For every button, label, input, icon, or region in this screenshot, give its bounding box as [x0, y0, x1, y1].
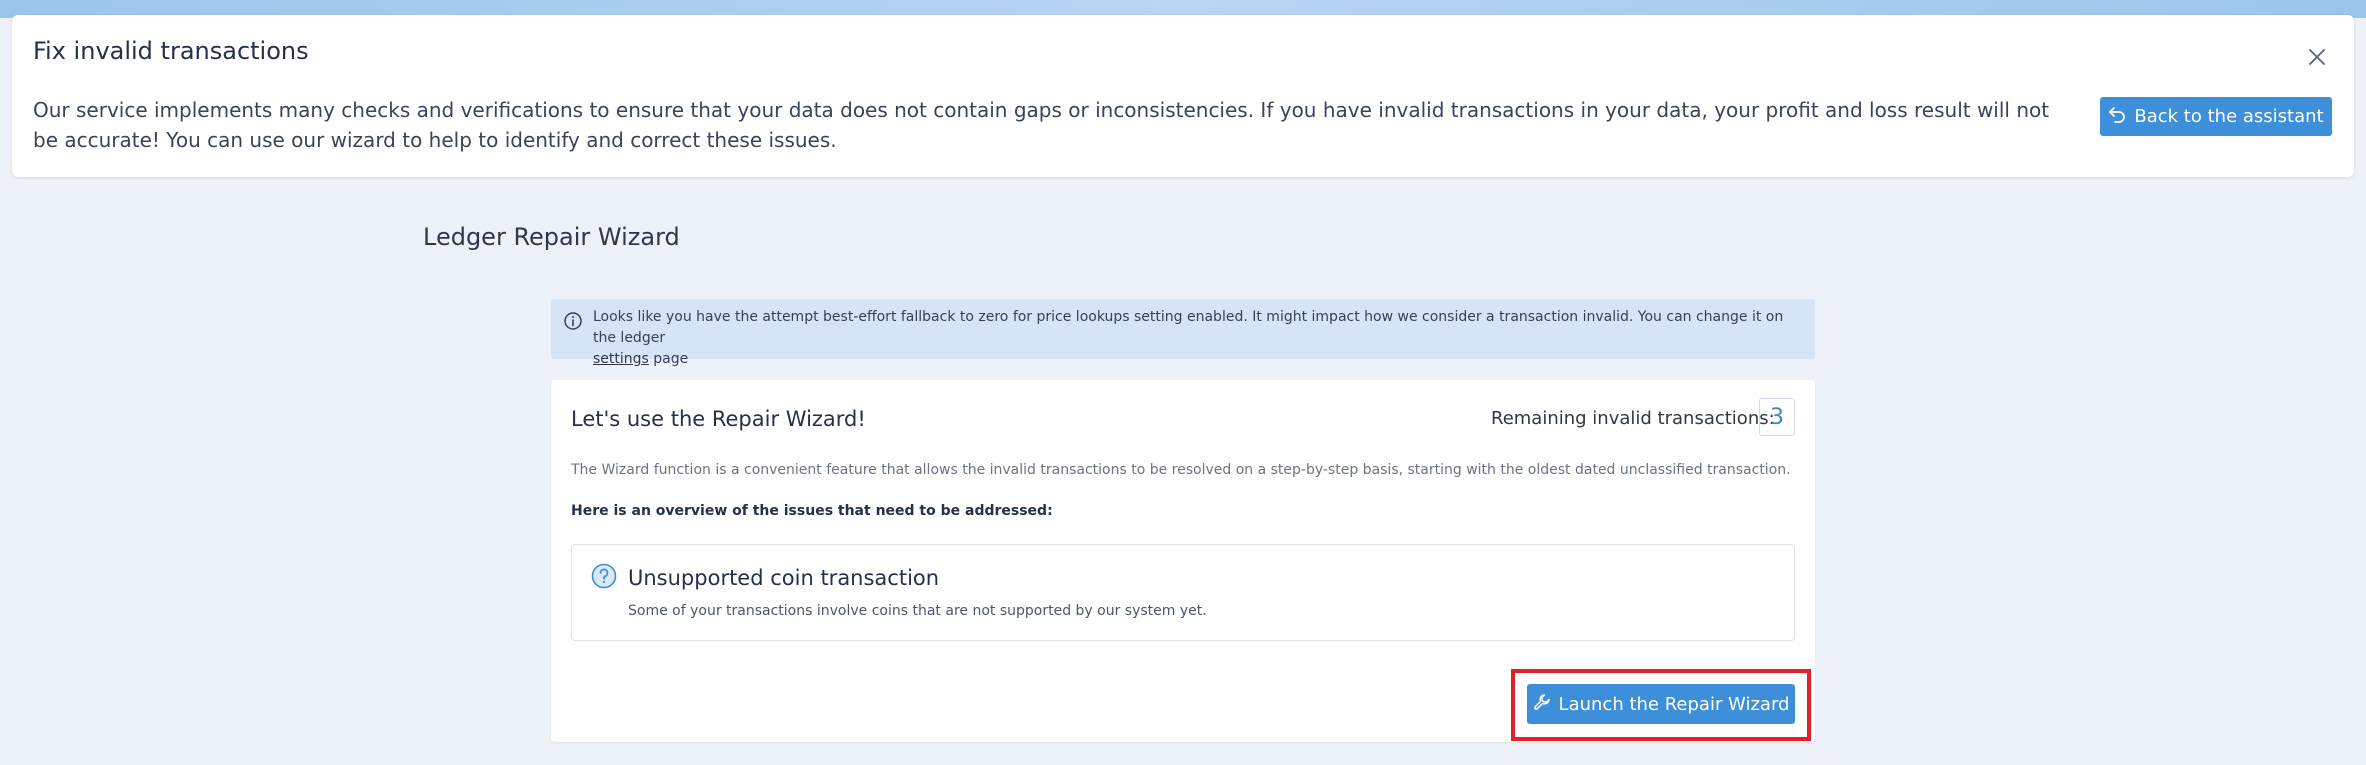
info-alert: Looks like you have the attempt best-eff…	[551, 299, 1815, 367]
card-title: Let's use the Repair Wizard!	[571, 407, 866, 431]
settings-link[interactable]: settings	[593, 351, 649, 367]
issues-overview-label: Here is an overview of the issues that n…	[571, 503, 1053, 519]
back-button-label: Back to the assistant	[2134, 106, 2324, 127]
issue-description: Some of your transactions involve coins …	[628, 603, 1207, 619]
issue-title: Unsupported coin transaction	[628, 566, 940, 590]
page-title: Ledger Repair Wizard	[423, 223, 680, 251]
wizard-description: The Wizard function is a convenient feat…	[571, 462, 1791, 478]
info-text-after-link: page	[648, 351, 689, 367]
wrench-icon	[1533, 693, 1551, 716]
back-to-assistant-button[interactable]: Back to the assistant	[2100, 97, 2332, 136]
remaining-count-badge: 3	[1759, 398, 1795, 436]
info-text-before-link: Looks like you have the attempt best-eff…	[593, 309, 1784, 346]
info-icon	[563, 311, 583, 331]
launch-button-label: Launch the Repair Wizard	[1558, 693, 1790, 715]
info-alert-text: Looks like you have the attempt best-eff…	[593, 307, 1803, 370]
undo-arrow-icon	[2108, 105, 2126, 128]
banner-title: Fix invalid transactions	[33, 37, 309, 65]
banner-description: Our service implements many checks and v…	[33, 98, 2050, 152]
remaining-label: Remaining invalid transactions:	[1491, 408, 1775, 429]
launch-repair-wizard-button[interactable]: Launch the Repair Wizard	[1527, 684, 1795, 724]
invalid-transactions-banner: Fix invalid transactions Our service imp…	[12, 15, 2354, 177]
question-icon	[591, 563, 617, 589]
issue-item: Unsupported coin transaction Some of you…	[571, 544, 1795, 641]
close-icon[interactable]	[2302, 42, 2332, 72]
